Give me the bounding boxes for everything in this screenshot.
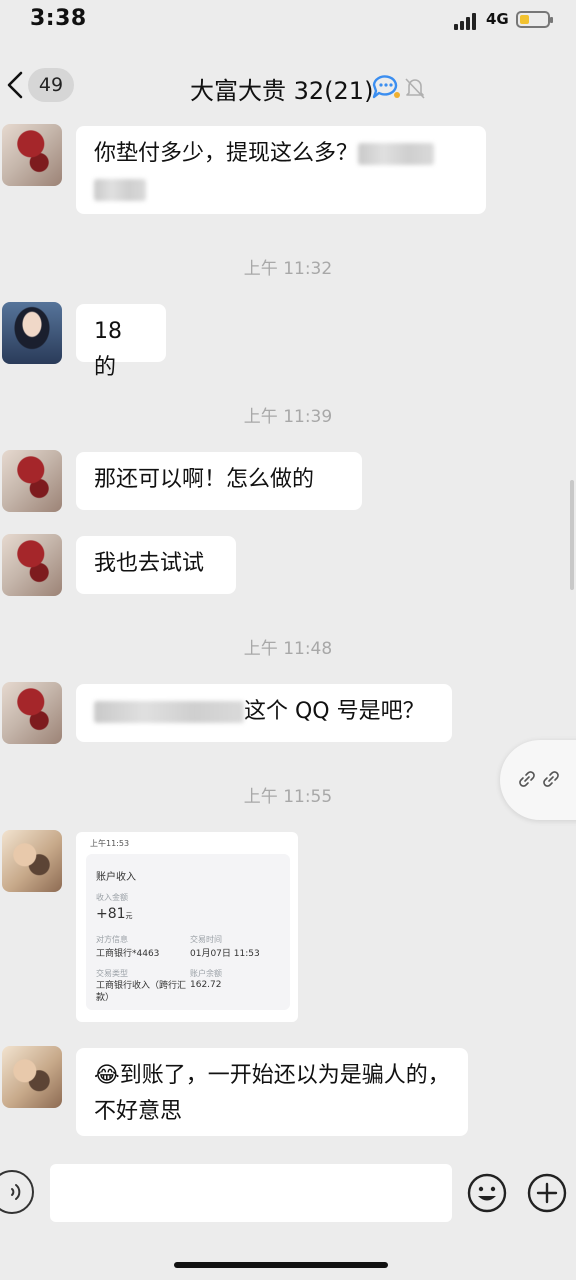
- network-type: 4G: [486, 10, 509, 28]
- message-bubble[interactable]: 你垫付多少，提现这么多？: [76, 126, 486, 214]
- voice-button[interactable]: [0, 1170, 34, 1214]
- status-time: 3:38: [30, 6, 87, 31]
- chat-message-list[interactable]: 你垫付多少，提现这么多？ 上午 11:32 18 的 上午 11:39 那还可以…: [0, 114, 576, 1150]
- battery-fill: [520, 15, 529, 24]
- avatar[interactable]: [2, 534, 62, 596]
- bell-muted-icon: [405, 78, 425, 99]
- chevron-left-icon: [7, 71, 23, 99]
- laughing-emoji-icon: 😂: [94, 1063, 120, 1088]
- receipt-account-value: 工商银行*4463: [96, 949, 160, 959]
- status-bar: 3:38 4G: [0, 0, 576, 44]
- message-text: 18 的: [94, 319, 122, 380]
- receipt-account-label: 对方信息: [96, 935, 128, 944]
- chat-header: 49 大富大贵 32(21): [0, 44, 576, 124]
- link-icon: [519, 771, 535, 787]
- message-text: 那还可以啊！怎么做的: [94, 467, 315, 492]
- redacted-text: [94, 179, 146, 201]
- receipt-balance-label: 账户余额: [190, 969, 222, 978]
- chat-title[interactable]: 大富大贵 32(21): [190, 71, 373, 106]
- avatar[interactable]: [2, 450, 62, 512]
- more-button[interactable]: [526, 1172, 568, 1214]
- scrollbar[interactable]: [570, 480, 574, 590]
- message-text: 我也去试试: [94, 551, 205, 576]
- message-input[interactable]: [50, 1164, 452, 1222]
- unread-count-badge[interactable]: 49: [28, 68, 74, 102]
- message-text: 你垫付多少，提现这么多？: [94, 141, 359, 166]
- home-indicator[interactable]: [174, 1262, 388, 1268]
- receipt-balance-value: 162.72: [190, 980, 222, 990]
- timestamp: 上午 11:39: [243, 407, 333, 427]
- message-text: 这个 QQ 号是吧？: [244, 699, 425, 724]
- receipt-type-value: 工商银行收入（跨行汇款）: [96, 981, 187, 1003]
- timestamp: 上午 11:32: [243, 259, 333, 279]
- receipt-header-time: 上午11:53: [90, 839, 130, 848]
- receipt-card: 账户收入 收入金额 +81元 对方信息 工商银行*4463 交易时间 01月07…: [86, 854, 290, 1010]
- receipt-image[interactable]: 上午11:53 账户收入 收入金额 +81元 对方信息 工商银行*4463 交易…: [76, 832, 298, 1022]
- message-bubble[interactable]: 18 的: [76, 304, 166, 380]
- avatar[interactable]: [2, 1046, 62, 1108]
- receipt-amount-unit: 元: [125, 912, 133, 920]
- redacted-text: [358, 143, 435, 165]
- floating-link-button[interactable]: [500, 740, 576, 820]
- avatar[interactable]: [2, 124, 62, 186]
- smile-icon: [467, 1173, 507, 1213]
- message-bubble[interactable]: 那还可以啊！怎么做的: [76, 452, 362, 510]
- link-icon: [543, 771, 559, 787]
- battery-icon: [516, 11, 553, 28]
- redacted-text: [94, 701, 244, 723]
- title-icons: [370, 72, 430, 102]
- timestamp: 上午 11:55: [243, 787, 333, 807]
- message-bubble[interactable]: 😂到账了，一开始还以为是骗人的，不好意思: [76, 1048, 468, 1136]
- receipt-time-label: 交易时间: [190, 935, 222, 944]
- chat-bubble-icon: [372, 75, 400, 99]
- back-button[interactable]: [2, 70, 28, 100]
- receipt-type-label: 交易类型: [96, 969, 128, 978]
- avatar[interactable]: [2, 830, 62, 892]
- avatar[interactable]: [2, 682, 62, 744]
- message-bubble[interactable]: 这个 QQ 号是吧？: [76, 684, 452, 742]
- plus-icon: [527, 1173, 567, 1213]
- timestamp: 上午 11:48: [243, 639, 333, 659]
- receipt-amount-label: 收入金额: [96, 893, 128, 902]
- voice-icon: [11, 1184, 21, 1200]
- message-text: 到账了，一开始还以为是骗人的，不好意思: [94, 1063, 450, 1124]
- message-bubble[interactable]: 我也去试试: [76, 536, 236, 594]
- input-bar: [0, 1150, 576, 1240]
- emoji-button[interactable]: [466, 1172, 508, 1214]
- avatar[interactable]: [2, 302, 62, 364]
- receipt-title: 账户收入: [96, 872, 136, 883]
- receipt-time-value: 01月07日 11:53: [190, 949, 260, 959]
- receipt-amount: +81元: [96, 906, 133, 922]
- signal-strength-icon: [454, 12, 480, 30]
- receipt-amount-value: +81: [96, 906, 126, 922]
